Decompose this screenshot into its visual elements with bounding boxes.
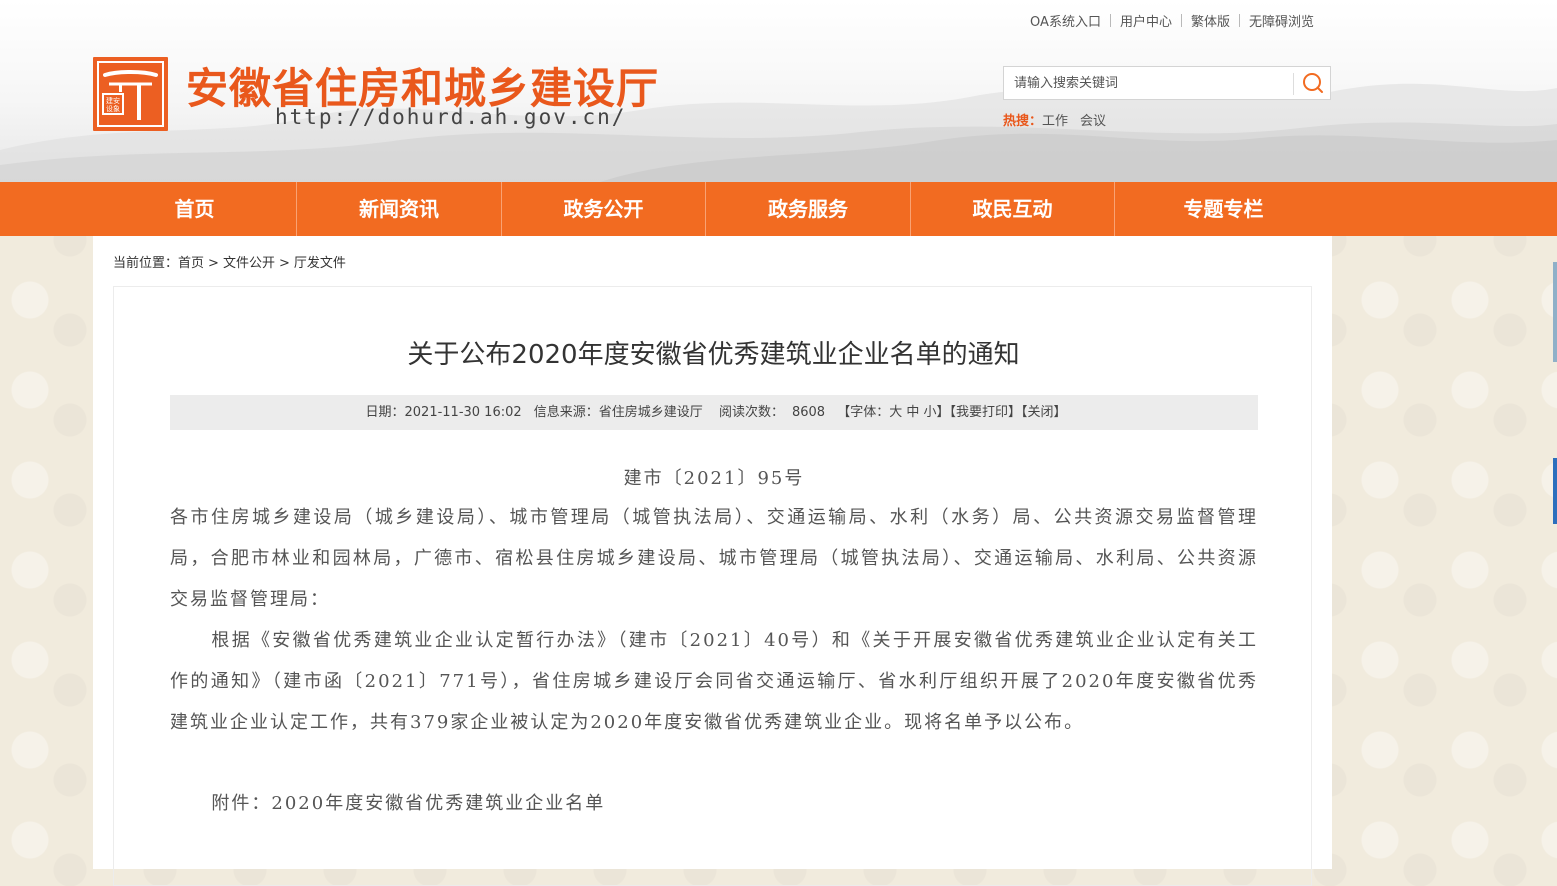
gate-logo-icon: 建安 设象 [97, 61, 164, 127]
nav-item-home[interactable]: 首页 [93, 182, 297, 236]
close-button[interactable]: 【关闭】 [1021, 405, 1067, 420]
nav-item-special-topics[interactable]: 专题专栏 [1115, 182, 1332, 236]
main-nav: 首页 新闻资讯 政务公开 政务服务 政民互动 专题专栏 [0, 182, 1557, 236]
nav-item-gov-affairs-open[interactable]: 政务公开 [502, 182, 706, 236]
breadcrumb-home[interactable]: 首页 [178, 256, 204, 271]
nav-item-news[interactable]: 新闻资讯 [297, 182, 502, 236]
body-paragraph: 根据《安徽省优秀建筑业企业认定暂行办法》（建市〔2021〕40号）和《关于开展安… [170, 630, 1258, 733]
site-header: OA系统入口 用户中心 繁体版 无障碍浏览 建安 设象 安徽省住房和城乡建设厅 … [0, 0, 1557, 182]
document-number: 建市〔2021〕95号 [623, 468, 805, 489]
info-source: 信息来源：省住房城乡建设厅 [533, 405, 703, 420]
breadcrumb-dept-files[interactable]: 厅发文件 [294, 256, 346, 271]
article-body: 建市〔2021〕95号 各市住房城乡建设局（城乡建设局）、城市管理局（城管执法局… [170, 461, 1258, 824]
read-count-label: 阅读次数： [718, 405, 784, 420]
publish-date: 日期：2021-11-30 16:02 [365, 405, 522, 420]
accessibility-link[interactable]: 无障碍浏览 [1240, 11, 1323, 30]
traditional-chinese-link[interactable]: 繁体版 [1182, 11, 1239, 30]
hot-search-item[interactable]: 会议 [1080, 114, 1106, 129]
breadcrumb-prefix: 当前位置： [113, 256, 179, 271]
nav-item-interaction[interactable]: 政民互动 [911, 182, 1115, 236]
search-button[interactable] [1295, 67, 1331, 99]
addressees: 各市住房城乡建设局（城乡建设局）、城市管理局（城管执法局）、交通运输局、水利（水… [170, 507, 1258, 610]
breadcrumb: 当前位置：首页 > 文件公开 > 厅发文件 [113, 252, 346, 271]
user-center-link[interactable]: 用户中心 [1111, 11, 1181, 30]
svg-text:建安: 建安 [106, 96, 120, 105]
print-button[interactable]: 【我要打印】 [949, 405, 1021, 420]
hot-search-item[interactable]: 工作 [1042, 114, 1068, 129]
nav-item-gov-services[interactable]: 政务服务 [706, 182, 911, 236]
search-box [1003, 66, 1331, 100]
read-count-value: 8608 [791, 405, 826, 420]
content-panel: 当前位置：首页 > 文件公开 > 厅发文件 关于公布2020年度安徽省优秀建筑业企业名单… [93, 236, 1332, 886]
search-icon [1303, 73, 1323, 93]
breadcrumb-files[interactable]: 文件公开 [223, 256, 275, 271]
search-input[interactable] [1004, 67, 1292, 99]
read-count: 阅读次数： 8608 [715, 405, 829, 420]
scrollbar-thumb[interactable] [1553, 458, 1557, 524]
hot-search: 热搜：工作 会议 [1003, 110, 1118, 129]
site-logo[interactable]: 建安 设象 [93, 57, 168, 131]
attachment-link[interactable]: 附件：2020年度安徽省优秀建筑业企业名单 [170, 783, 1258, 824]
font-size-control[interactable]: 【字体：大 中 小】 [837, 405, 949, 420]
hot-search-label: 热搜： [1003, 114, 1043, 129]
oa-entry-link[interactable]: OA系统入口 [1021, 11, 1110, 30]
svg-text:设象: 设象 [106, 104, 120, 113]
site-url: http://dohurd.ah.gov.cn/ [275, 105, 627, 129]
breadcrumb-separator: > [278, 256, 290, 271]
breadcrumb-separator: > [208, 256, 219, 271]
scrollbar-hint [1553, 262, 1557, 362]
top-links: OA系统入口 用户中心 繁体版 无障碍浏览 [1021, 11, 1323, 30]
divider [1293, 73, 1294, 95]
article-meta: 日期：2021-11-30 16:02 信息来源：省住房城乡建设厅 阅读次数： 8… [170, 395, 1258, 430]
article-title: 关于公布2020年度安徽省优秀建筑业企业名单的通知 [407, 340, 1020, 370]
article: 关于公布2020年度安徽省优秀建筑业企业名单的通知 日期：2021-11-30 … [113, 286, 1312, 886]
